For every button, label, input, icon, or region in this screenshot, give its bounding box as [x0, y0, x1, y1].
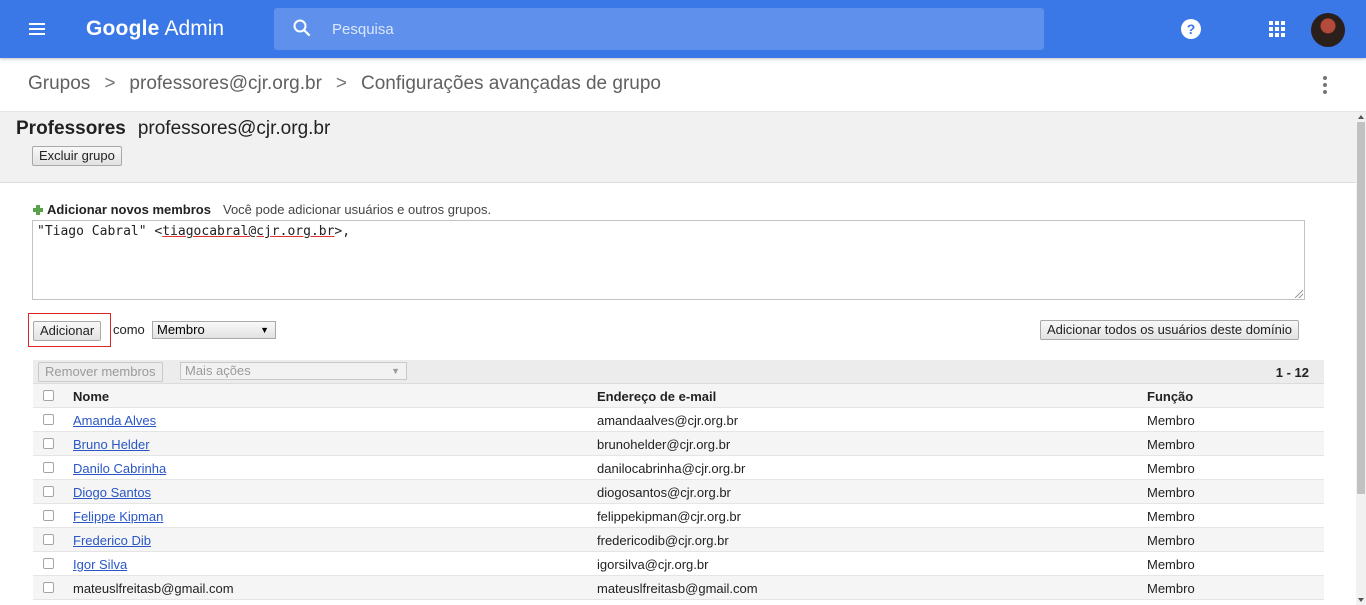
group-email: professores@cjr.org.br [137, 118, 331, 139]
member-role[interactable]: Membro [1147, 461, 1195, 476]
top-app-bar: GoogleAdmin ? [0, 0, 1366, 58]
brand-google: Google [86, 17, 160, 40]
role-select-value: Membro [157, 322, 205, 337]
group-header: Professores professores@cjr.org.br Exclui… [0, 112, 1356, 183]
avatar[interactable] [1311, 13, 1345, 47]
add-members-controls: Adicionar como Membro ▼ Adicionar todos … [28, 313, 1328, 347]
member-name-link[interactable]: Bruno Helder [73, 437, 150, 452]
row-checkbox[interactable] [43, 438, 54, 449]
column-header-email[interactable]: Endereço de e-mail [597, 389, 716, 404]
select-all-checkbox[interactable] [43, 390, 54, 401]
dropdown-arrow-icon: ▼ [391, 366, 400, 376]
member-name-link[interactable]: Frederico Dib [73, 533, 151, 548]
table-toolbar: Remover membros Mais ações ▼ 1 - 12 [33, 360, 1324, 384]
row-checkbox[interactable] [43, 462, 54, 473]
row-checkbox[interactable] [43, 582, 54, 593]
member-role[interactable]: Membro [1147, 533, 1195, 548]
member-email: fredericodib@cjr.org.br [597, 533, 729, 548]
textarea-email: tiagocabral@cjr.org.br [162, 224, 335, 239]
scrollbar-thumb[interactable] [1357, 122, 1365, 494]
page-scrollbar[interactable] [1356, 112, 1366, 605]
add-members-title: Adicionar novos membros [47, 202, 211, 217]
menu-icon[interactable] [27, 19, 47, 39]
row-checkbox[interactable] [43, 534, 54, 545]
add-members-heading: Adicionar novos membros Você pode adicion… [33, 202, 491, 217]
main-content: Professores professores@cjr.org.br Exclui… [0, 112, 1356, 605]
more-actions-value: Mais ações [185, 363, 251, 378]
row-checkbox[interactable] [43, 414, 54, 425]
breadcrumb-bar: Grupos > professores@cjr.org.br > Configuraç… [0, 58, 1366, 112]
member-name-link[interactable]: Felippe Kipman [73, 509, 163, 524]
member-name-link[interactable]: Igor Silva [73, 557, 127, 572]
breadcrumb-separator: > [104, 73, 116, 94]
add-all-domain-users-button[interactable]: Adicionar todos os usuários deste domíni… [1040, 320, 1299, 340]
search-icon [293, 19, 311, 37]
scroll-down-arrow-icon[interactable] [1357, 595, 1365, 604]
member-email: brunohelder@cjr.org.br [597, 437, 731, 452]
resize-handle[interactable] [1295, 290, 1303, 298]
delete-group-button[interactable]: Excluir grupo [32, 146, 122, 166]
apps-icon[interactable] [1269, 21, 1285, 37]
breadcrumb-group-email[interactable]: professores@cjr.org.br [129, 73, 321, 94]
plus-icon [33, 205, 43, 215]
member-name-link[interactable]: Diogo Santos [73, 485, 151, 500]
breadcrumb-current-page: Configurações avançadas de grupo [361, 73, 661, 94]
member-role[interactable]: Membro [1147, 413, 1195, 428]
member-role[interactable]: Membro [1147, 581, 1195, 596]
app-logo[interactable]: Google Admin [86, 17, 224, 41]
table-row: Felippe Kipman felippekipman@cjr.org.br … [33, 504, 1324, 528]
table-row: Diogo Santos diogosantos@cjr.org.br Memb… [33, 480, 1324, 504]
brand-admin: Admin [164, 17, 225, 40]
breadcrumb-groups[interactable]: Grupos [28, 73, 90, 94]
scroll-up-arrow-icon[interactable] [1357, 113, 1365, 122]
role-select[interactable]: Membro ▼ [152, 321, 276, 339]
group-name: Professores [16, 118, 126, 139]
textarea-suffix: >, [334, 224, 351, 239]
as-label: como [113, 322, 145, 337]
breadcrumb-separator: > [335, 73, 347, 94]
search-box[interactable] [274, 8, 1044, 50]
remove-members-button[interactable]: Remover membros [38, 362, 163, 382]
members-textarea[interactable]: "Tiago Cabral" <tiagocabral@cjr.org.br>, [32, 220, 1305, 300]
table-row: mateuslfreitasb@gmail.com mateuslfreitas… [33, 576, 1324, 600]
page-title: Professores professores@cjr.org.br [16, 118, 330, 140]
member-name: mateuslfreitasb@gmail.com [73, 581, 234, 596]
member-name-link[interactable]: Danilo Cabrinha [73, 461, 166, 476]
member-role[interactable]: Membro [1147, 437, 1195, 452]
textarea-prefix: "Tiago Cabral" < [37, 224, 163, 239]
breadcrumb: Grupos > professores@cjr.org.br > Configuraç… [28, 73, 661, 95]
member-role[interactable]: Membro [1147, 485, 1195, 500]
row-checkbox[interactable] [43, 510, 54, 521]
table-row: Igor Silva igorsilva@cjr.org.br Membro [33, 552, 1324, 576]
dropdown-arrow-icon: ▼ [260, 325, 269, 335]
row-checkbox[interactable] [43, 486, 54, 497]
table-row: Bruno Helder brunohelder@cjr.org.br Memb… [33, 432, 1324, 456]
member-email: danilocabrinha@cjr.org.br [597, 461, 746, 476]
row-checkbox[interactable] [43, 558, 54, 569]
table-row: Frederico Dib fredericodib@cjr.org.br Me… [33, 528, 1324, 552]
member-email: igorsilva@cjr.org.br [597, 557, 709, 572]
member-email: amandaalves@cjr.org.br [597, 413, 739, 428]
column-header-name[interactable]: Nome [73, 389, 109, 404]
member-role[interactable]: Membro [1147, 557, 1195, 572]
search-input[interactable] [332, 8, 1022, 50]
add-members-hint: Você pode adicionar usuários e outros gr… [222, 202, 492, 217]
member-name-link[interactable]: Amanda Alves [73, 413, 156, 428]
pagination-range: 1 - 12 [1275, 365, 1309, 380]
member-role[interactable]: Membro [1147, 509, 1195, 524]
member-email: mateuslfreitasb@gmail.com [597, 581, 758, 596]
table-row: Amanda Alves amandaalves@cjr.org.br Memb… [33, 408, 1324, 432]
table-header: Nome Endereço de e-mail Função [33, 384, 1324, 408]
help-icon[interactable]: ? [1181, 19, 1201, 39]
column-header-role[interactable]: Função [1147, 389, 1193, 404]
member-email: felippekipman@cjr.org.br [597, 509, 741, 524]
more-vert-icon[interactable] [1318, 74, 1332, 96]
members-table: Remover membros Mais ações ▼ 1 - 12 Nome… [33, 360, 1324, 600]
member-email: diogosantos@cjr.org.br [597, 485, 731, 500]
table-row: Danilo Cabrinha danilocabrinha@cjr.org.b… [33, 456, 1324, 480]
more-actions-select[interactable]: Mais ações ▼ [180, 362, 407, 380]
add-button[interactable]: Adicionar [33, 321, 102, 341]
